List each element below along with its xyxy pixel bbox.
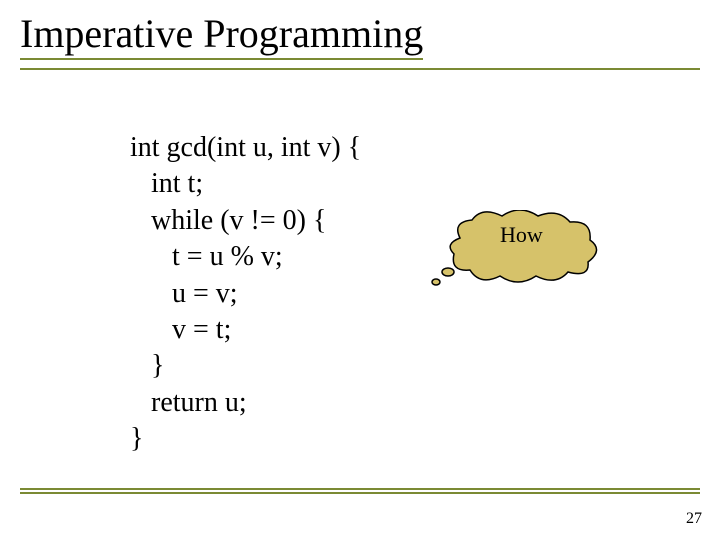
bottom-rule-upper [20,488,700,490]
code-line-9: } [130,423,143,454]
thought-bubble-text: How [500,222,543,248]
slide: Imperative Programming int gcd(int u, in… [0,0,720,540]
code-line-6: v = t; [130,314,231,345]
code-line-2: int t; [130,168,203,199]
code-line-5: u = v; [130,278,238,309]
code-block: int gcd(int u, int v) { int t; while (v … [130,130,361,458]
code-line-1: int gcd(int u, int v) { [130,132,361,163]
slide-title: Imperative Programming [20,12,423,60]
code-line-8: return u; [130,387,247,418]
code-line-7: } [130,350,164,381]
code-line-4: t = u % v; [130,241,283,272]
code-line-3: while (v != 0) { [130,205,326,236]
title-rule-wrap: Imperative Programming [20,12,700,70]
bottom-rule-lower [20,492,700,494]
page-number: 27 [686,510,702,528]
